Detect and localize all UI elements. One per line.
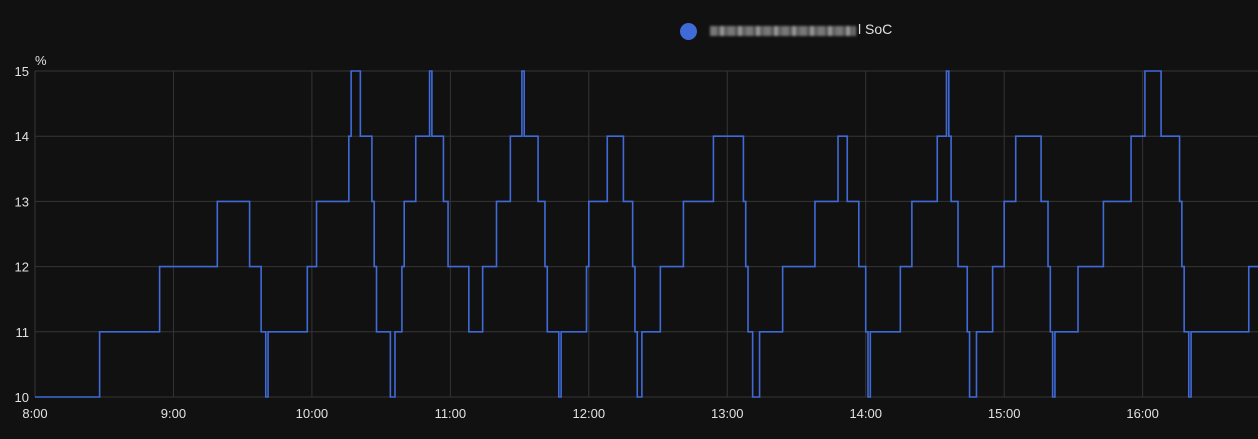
y-tick-label: 15 <box>15 64 29 79</box>
x-tick-label: 14:00 <box>849 406 882 421</box>
y-tick-label: 10 <box>15 390 29 405</box>
soc-line-chart[interactable]: 10 11 12 13 14 15 8:00 9:00 10:00 11:00 12:00 13:00… <box>0 0 1258 439</box>
x-tick-label: 8:00 <box>22 406 47 421</box>
x-tick-label: 13:00 <box>711 406 744 421</box>
soc-series-line[interactable] <box>35 70 1258 398</box>
chart-grid <box>34 70 1258 398</box>
x-tick-label: 11:00 <box>435 406 467 421</box>
x-tick-label: 10:00 <box>296 406 329 421</box>
y-tick-label: 14 <box>15 129 29 144</box>
chart-series-group <box>35 70 1258 398</box>
x-tick-label: 15:00 <box>988 406 1021 421</box>
x-tick-label: 12:00 <box>573 406 606 421</box>
y-tick-label: 12 <box>15 260 29 275</box>
x-tick-label: 9:00 <box>161 406 186 421</box>
x-tick-label: 16:00 <box>1126 406 1159 421</box>
chart-axes: 10 11 12 13 14 15 8:00 9:00 10:00 11:00 12:00 13:00… <box>15 53 1159 421</box>
y-tick-label: 11 <box>16 325 30 340</box>
y-tick-label: 13 <box>15 194 29 209</box>
y-axis-unit-label: % <box>35 53 47 68</box>
